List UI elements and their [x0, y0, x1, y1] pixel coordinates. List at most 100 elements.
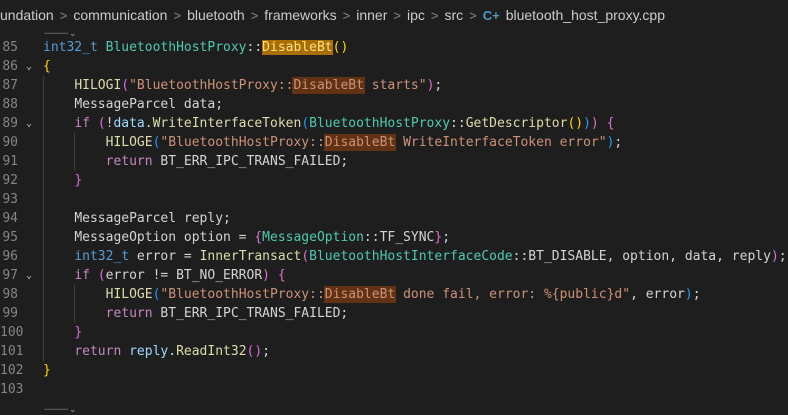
- code-line[interactable]: 87 HILOGI("BluetoothHostProxy::DisableBt…: [0, 76, 788, 95]
- code-line[interactable]: 101 return reply.ReadInt32();: [0, 342, 788, 361]
- code-token: (): [567, 116, 584, 131]
- code-token: BluetoothHostInterfaceCode: [309, 249, 513, 264]
- code-text: HILOGE("BluetoothHostProxy::DisableBt do…: [43, 285, 701, 304]
- code-text: return BT_ERR_IPC_TRANS_FAILED;: [43, 152, 349, 171]
- breadcrumb-item[interactable]: inner: [356, 7, 387, 23]
- code-line[interactable]: 103: [0, 380, 788, 399]
- code-text: }: [43, 323, 82, 342]
- code-token: if: [74, 268, 90, 283]
- code-token: ReadInt32: [176, 344, 247, 359]
- code-token: ::: [512, 249, 529, 264]
- breadcrumb-item[interactable]: communication: [73, 7, 167, 23]
- sticky-scroll-fold-icon[interactable]: ⸻⌄: [44, 24, 77, 39]
- code-line[interactable]: 90 HILOGE("BluetoothHostProxy::DisableBt…: [0, 133, 788, 152]
- code-token: data;: [176, 97, 224, 112]
- code-token: InnerTransact: [199, 249, 302, 264]
- code-line[interactable]: 97 ⌄ if (error != BT_NO_ERROR) {: [0, 266, 788, 285]
- code-token: WriteInterfaceToken: [152, 116, 302, 131]
- breadcrumb-item[interactable]: undation: [0, 7, 54, 23]
- chevron-right-icon: >: [469, 7, 477, 23]
- chevron-right-icon: >: [393, 7, 401, 23]
- code-token: starts": [363, 78, 427, 93]
- code-line[interactable]: 94 MessageParcel reply;: [0, 209, 788, 228]
- chevron-right-icon: >: [342, 7, 351, 23]
- code-token: "BluetoothHostProxy::: [129, 78, 294, 93]
- code-text: HILOGE("BluetoothHostProxy::DisableBt Wr…: [43, 133, 622, 152]
- line-number: 99: [2, 306, 18, 321]
- code-token: MessageParcel: [74, 211, 177, 226]
- code-line[interactable]: 93: [0, 190, 788, 209]
- code-token: reply;: [176, 211, 231, 226]
- breadcrumb-item[interactable]: ipc: [407, 7, 425, 23]
- code-token: DisableBt: [323, 134, 397, 151]
- line-number: 85: [2, 40, 18, 55]
- breadcrumb-item[interactable]: frameworks: [264, 7, 336, 23]
- breadcrumb-item[interactable]: bluetooth: [187, 7, 245, 23]
- code-token: TF_SYNC: [379, 230, 435, 245]
- code-text: MessageParcel data;: [43, 95, 223, 114]
- code-line[interactable]: 100 }: [0, 323, 788, 342]
- code-token: HILOGE: [105, 287, 153, 302]
- code-token: BT_ERR_IPC_TRANS_FAILED;: [152, 306, 349, 321]
- code-line[interactable]: 85 int32_t BluetoothHostProxy::DisableBt(…: [0, 38, 788, 57]
- code-editor[interactable]: 85 int32_t BluetoothHostProxy::DisableBt(…: [0, 38, 788, 399]
- code-token: return: [105, 154, 153, 169]
- code-text: return reply.ReadInt32();: [43, 342, 270, 361]
- code-token: error =: [129, 249, 200, 264]
- line-number: 90: [2, 135, 18, 150]
- code-line[interactable]: 95 MessageOption option = {MessageOption…: [0, 228, 788, 247]
- code-token: return: [105, 306, 153, 321]
- fold-chevron-icon[interactable]: ⌄: [26, 57, 32, 76]
- code-line[interactable]: 98 HILOGE("BluetoothHostProxy::DisableBt…: [0, 285, 788, 304]
- indent-guide: [43, 190, 44, 209]
- code-line[interactable]: 91 return BT_ERR_IPC_TRANS_FAILED;: [0, 152, 788, 171]
- code-token: ): [262, 268, 270, 283]
- code-line[interactable]: 102}: [0, 361, 788, 380]
- line-number: 88: [2, 97, 18, 112]
- code-token: ::: [363, 230, 380, 245]
- code-text: }: [43, 171, 82, 190]
- chevron-right-icon: >: [430, 7, 439, 23]
- code-line[interactable]: 88 MessageParcel data;: [0, 95, 788, 114]
- chevron-right-icon: >: [59, 7, 68, 23]
- code-token: data: [113, 116, 145, 131]
- code-token: BluetoothHostProxy: [309, 116, 451, 131]
- code-token: (): [332, 40, 349, 55]
- code-line[interactable]: 96 int32_t error = InnerTransact(Bluetoo…: [0, 247, 788, 266]
- line-number: 98: [2, 287, 18, 302]
- code-line[interactable]: 86 ⌄ {: [0, 57, 788, 76]
- code-token: {: [254, 230, 263, 245]
- code-token: "BluetoothHostProxy::: [160, 287, 325, 302]
- code-token: (: [97, 116, 106, 131]
- code-token: BT_ERR_IPC_TRANS_FAILED;: [152, 154, 349, 169]
- code-line[interactable]: 99 return BT_ERR_IPC_TRANS_FAILED;: [0, 304, 788, 323]
- code-token: reply: [129, 344, 169, 359]
- code-line[interactable]: 92 }: [0, 171, 788, 190]
- breadcrumb-file-name[interactable]: bluetooth_host_proxy.cpp: [506, 7, 665, 23]
- breadcrumb-item[interactable]: src: [444, 7, 463, 23]
- code-token: HILOGI: [74, 78, 122, 93]
- code-token: {: [43, 59, 51, 74]
- code-text: return BT_ERR_IPC_TRANS_FAILED;: [43, 304, 349, 323]
- bottom-fold-icon[interactable]: ⸻⌄: [44, 400, 77, 415]
- line-number: 100: [0, 325, 24, 340]
- code-token: DisableBt: [262, 40, 333, 55]
- code-token: HILOGE: [105, 135, 153, 150]
- code-token: ::: [450, 116, 466, 131]
- code-line[interactable]: 89 ⌄ if (!data.WriteInterfaceToken(Blueto…: [0, 114, 788, 133]
- code-token: done fail, error: %{public}d": [395, 287, 631, 302]
- fold-chevron-icon[interactable]: ⌄: [26, 266, 32, 285]
- fold-chevron-icon[interactable]: ⌄: [26, 114, 32, 133]
- line-number: 93: [2, 192, 18, 207]
